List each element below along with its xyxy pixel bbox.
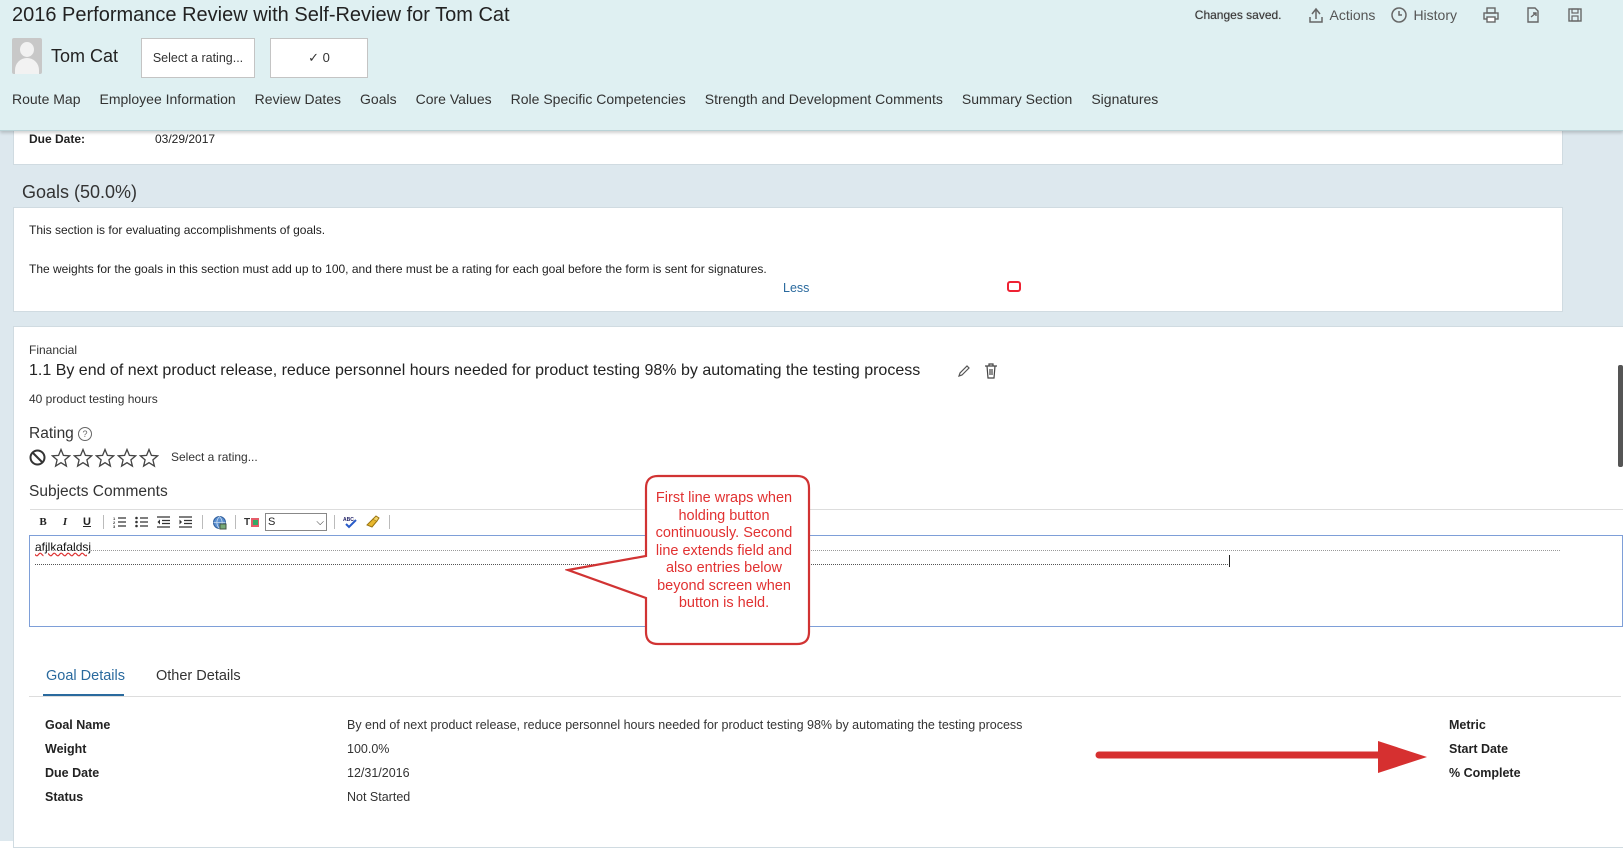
goal-title: 1.1 By end of next product release, redu… [29, 362, 921, 379]
goals-rule-text: The weights for the goals in this sectio… [29, 262, 767, 276]
history-button[interactable]: History [1389, 5, 1457, 25]
detail-label-status: Status [45, 790, 84, 804]
cursor-marker [1007, 281, 1021, 292]
share-icon [1308, 7, 1323, 23]
actions-label: Actions [1329, 7, 1376, 23]
numbered-list-button[interactable]: 123 [111, 513, 129, 531]
nav-employee-information[interactable]: Employee Information [99, 91, 235, 107]
export-button[interactable] [1523, 5, 1543, 25]
comments-editor[interactable] [29, 535, 1623, 627]
tab-other-details[interactable]: Other Details [156, 668, 241, 684]
spellcheck-icon: ABC [343, 517, 357, 529]
employee-name: Tom Cat [51, 46, 119, 66]
form-header: 2016 Performance Review with Self-Review… [0, 0, 1623, 131]
export-document-icon [1527, 7, 1539, 23]
print-button[interactable] [1481, 5, 1501, 25]
goals-intro-text: This section is for evaluating accomplis… [29, 223, 326, 237]
nav-role-specific-competencies[interactable]: Role Specific Competencies [511, 91, 686, 107]
trash-icon[interactable] [984, 363, 998, 379]
star-icon[interactable] [139, 448, 159, 468]
text-color-icon: T [244, 517, 259, 528]
detail-value-status: Not Started [347, 790, 411, 804]
detail-value-due-date: 12/31/2016 [347, 766, 410, 780]
star-icon[interactable] [95, 448, 115, 468]
italic-button[interactable]: I [56, 513, 74, 531]
detail-label-percent-complete: % Complete [1449, 766, 1521, 780]
font-select-value: S [268, 516, 276, 528]
insert-link-button[interactable] [210, 513, 228, 531]
underline-button[interactable]: U [78, 513, 96, 531]
detail-label-goal-name: Goal Name [45, 718, 111, 732]
star-icon[interactable] [51, 448, 71, 468]
eraser-icon [366, 515, 380, 528]
overall-rating-select[interactable]: Select a rating... [141, 38, 255, 78]
detail-label-due-date: Due Date [45, 766, 100, 780]
text-caret [1229, 555, 1230, 567]
nav-strength-development-comments[interactable]: Strength and Development Comments [705, 91, 943, 107]
rating-label: Rating [29, 425, 74, 442]
annotation-callout-text: First line wraps when holding button con… [655, 490, 793, 611]
actions-button[interactable]: Actions [1306, 5, 1376, 25]
save-icon [1568, 8, 1582, 22]
globe-link-icon [212, 515, 226, 529]
history-label: History [1413, 7, 1457, 23]
goal-subtitle: 40 product testing hours [29, 392, 158, 406]
header-toolbar: Changes saved. Actions History [1195, 5, 1585, 25]
editor-toolbar: B I U 123 T S ⌵ ABC [30, 509, 1623, 534]
text-color-button[interactable]: T [243, 513, 261, 531]
indent-button[interactable] [177, 513, 195, 531]
star-icon[interactable] [73, 448, 93, 468]
nav-core-values[interactable]: Core Values [416, 91, 492, 107]
tab-divider [29, 696, 1621, 697]
save-status: Changes saved. [1194, 8, 1282, 22]
due-date-label: Due Date: [29, 132, 86, 146]
tab-goal-details[interactable]: Goal Details [46, 668, 125, 684]
help-icon[interactable]: ? [78, 427, 92, 441]
nav-route-map[interactable]: Route Map [12, 91, 80, 107]
star-icon[interactable] [117, 448, 137, 468]
spellcheck-button[interactable]: ABC [342, 513, 360, 531]
outdent-button[interactable] [155, 513, 173, 531]
clear-format-button[interactable] [364, 513, 382, 531]
bullet-list-icon [135, 516, 148, 528]
detail-value-weight: 100.0% [347, 742, 390, 756]
bold-button[interactable]: B [34, 513, 52, 531]
detail-value-goal-name: By end of next product release, reduce p… [347, 718, 1023, 732]
bullet-list-button[interactable] [133, 513, 151, 531]
scrollbar-thumb[interactable] [1618, 365, 1623, 467]
nav-summary-section[interactable]: Summary Section [962, 91, 1072, 107]
detail-label-metric: Metric [1449, 718, 1486, 732]
pencil-icon[interactable] [957, 364, 971, 378]
less-link[interactable]: Less [783, 281, 809, 295]
goal-category: Financial [29, 343, 78, 357]
nav-goals[interactable]: Goals [360, 91, 397, 107]
due-date-value: 03/29/2017 [155, 132, 216, 146]
numbered-list-icon: 123 [113, 516, 126, 528]
comments-editor-text: afjlkafaldsj [35, 540, 92, 554]
section-nav: Route Map Employee Information Review Da… [12, 91, 1158, 107]
clock-icon [1391, 7, 1408, 23]
no-rating-icon[interactable] [29, 449, 46, 466]
nav-signatures[interactable]: Signatures [1091, 91, 1158, 107]
rating-hint: Select a rating... [171, 450, 258, 464]
detail-label-weight: Weight [45, 742, 87, 756]
avatar [12, 38, 42, 74]
font-select[interactable]: S ⌵ [265, 513, 327, 531]
chevron-down-icon: ⌵ [316, 517, 324, 528]
outdent-icon [157, 516, 170, 528]
annotation-arrow [1095, 741, 1427, 773]
svg-text:3: 3 [113, 524, 116, 528]
completion-check-button[interactable]: ✓ 0 [270, 38, 368, 78]
comments-label: Subjects Comments [29, 483, 168, 500]
goals-section-title: Goals (50.0%) [22, 182, 138, 202]
print-icon [1483, 7, 1499, 23]
detail-label-start-date: Start Date [1449, 742, 1509, 756]
indent-icon [179, 516, 192, 528]
nav-review-dates[interactable]: Review Dates [255, 91, 341, 107]
save-button[interactable] [1565, 5, 1585, 25]
page-title: 2016 Performance Review with Self-Review… [12, 4, 510, 26]
svg-text:T: T [244, 517, 250, 528]
